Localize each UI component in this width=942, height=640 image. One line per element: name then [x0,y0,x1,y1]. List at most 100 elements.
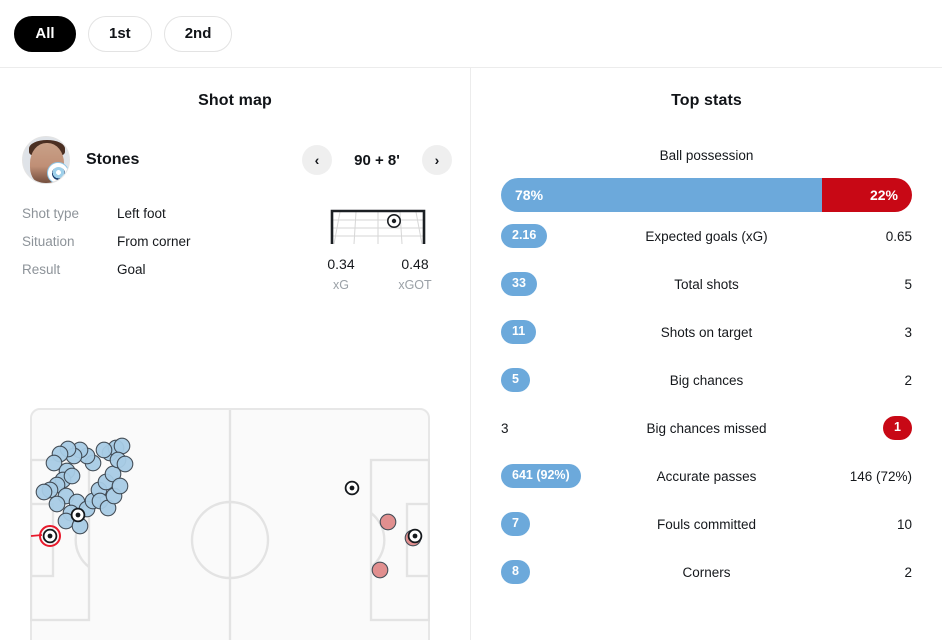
stat-away-cell: 10 [792,517,912,532]
stat-home-cell: 641 (92%) [501,464,621,488]
top-stats-panel: Top stats Ball possession 78% 22% 2.16 Ex… [470,68,942,640]
stat-row-list: 2.16 Expected goals (xG) 0.65 33 Total shots… [471,212,942,596]
goal-marker[interactable] [344,480,360,496]
stat-label: Shots on target [660,324,753,340]
stat-away-value: 0.65 [885,228,912,244]
shot-time: 90 + 8' [354,151,400,169]
stat-row: 11 Shots on target 3 [501,308,912,356]
shot-marker[interactable] [371,561,389,579]
stat-away-value: 5 [904,276,912,292]
content-body: Shot map Stones ‹ 90 + 8' › Shot type Le… [0,68,942,640]
next-shot-button[interactable]: › [422,145,452,175]
pitch-svg [30,408,430,640]
xgot-value: 0.48 [401,256,429,272]
stat-row: 5 Big chances 2 [501,356,912,404]
stat-label: Total shots [674,276,739,292]
goal-mouth-block: 0.34 xG 0.48 xGOT [304,206,452,292]
stat-home-cell: 11 [501,320,621,344]
stat-away-value: 10 [896,516,912,532]
stat-label: Big chances [669,372,744,388]
tab-all[interactable]: All [14,15,76,52]
stat-home-value: 3 [501,420,509,436]
shot-marker[interactable] [48,495,66,513]
stat-label: Accurate passes [656,468,757,484]
shot-marker[interactable] [95,441,113,459]
stat-home-cell: 7 [501,512,621,536]
shot-map-title: Shot map [198,92,272,109]
xg-metrics: 0.34 xG 0.48 xGOT [304,256,452,292]
stat-row: 33 Total shots 5 [501,260,912,308]
goal-marker[interactable] [70,507,86,523]
xg-value: 0.34 [327,256,355,272]
shot-details: Shot type Left foot Situation From corne… [22,206,452,292]
stat-away-cell: 2 [792,565,912,580]
possession-bar: 78% 22% [501,178,912,212]
stat-label: Corners [682,564,731,580]
player-name: Stones [86,151,140,168]
detail-row-situation: Situation From corner [22,234,304,249]
goal-marker[interactable] [407,528,423,544]
stat-away-value: 2 [904,372,912,388]
shot-marker[interactable] [116,455,134,473]
xg-metric: 0.34 xG [304,256,378,292]
pitch-shot-chart[interactable] [30,408,430,640]
xgot-label: xGOT [398,278,432,292]
stat-away-cell: 1 [792,416,912,440]
possession-away-value: 22% [821,178,912,212]
stat-away-value: 146 (72%) [849,468,912,484]
goal-frame-icon [330,208,426,248]
shot-marker[interactable] [63,467,81,485]
detail-key: Result [22,262,61,277]
xgot-metric: 0.48 xGOT [378,256,452,292]
stat-home-value: 8 [501,560,530,584]
stat-home-value: 2.16 [501,224,548,248]
top-stats-title: Top stats [671,92,742,109]
stat-home-cell: 8 [501,560,621,584]
stat-home-cell: 33 [501,272,621,296]
shot-player-header: Stones ‹ 90 + 8' › [22,136,452,184]
stat-away-cell: 0.65 [792,229,912,244]
stat-row: 3 Big chances missed 1 [501,404,912,452]
xg-label: xG [333,278,349,292]
stat-home-value: 33 [501,272,537,296]
stat-away-cell: 5 [792,277,912,292]
stat-home-value: 641 (92%) [501,464,581,488]
stat-away-cell: 146 (72%) [792,469,912,484]
stat-label: Big chances missed [646,420,767,436]
detail-row-result: Result Goal [22,262,304,277]
stat-away-cell: 2 [792,373,912,388]
stat-away-value: 1 [883,416,912,440]
stat-row: 7 Fouls committed 10 [501,500,912,548]
stat-row: 641 (92%) Accurate passes 146 (72%) [501,452,912,500]
stat-away-value: 3 [904,324,912,340]
period-tab-bar: All 1st 2nd [0,0,942,68]
shot-marker[interactable] [111,477,129,495]
possession-label: Ball possession [659,148,754,163]
shot-map-panel: Shot map Stones ‹ 90 + 8' › Shot type Le… [0,68,470,640]
shot-marker[interactable] [35,483,53,501]
stat-home-cell: 5 [501,368,621,392]
prev-shot-button[interactable]: ‹ [302,145,332,175]
shot-marker[interactable] [379,513,397,531]
possession-home-value: 78% [501,178,822,212]
tab-2nd[interactable]: 2nd [163,15,233,52]
detail-key: Situation [22,234,75,249]
stat-away-value: 2 [904,564,912,580]
stat-home-value: 5 [501,368,530,392]
detail-value: From corner [117,234,191,249]
tab-1st[interactable]: 1st [88,15,152,52]
stat-row: 8 Corners 2 [501,548,912,596]
shot-detail-list: Shot type Left foot Situation From corne… [22,206,304,292]
stat-home-cell: 3 [501,421,621,436]
detail-key: Shot type [22,206,80,221]
stat-home-value: 11 [501,320,537,344]
stat-away-cell: 3 [792,325,912,340]
stat-label: Fouls committed [656,516,757,532]
stat-label: Expected goals (xG) [645,228,768,244]
club-badge-icon [47,162,69,183]
shot-navigation: ‹ 90 + 8' › [302,145,452,175]
avatar [22,136,70,184]
shot-marker[interactable] [113,437,131,455]
detail-value: Goal [117,262,146,277]
stat-home-value: 7 [501,512,530,536]
